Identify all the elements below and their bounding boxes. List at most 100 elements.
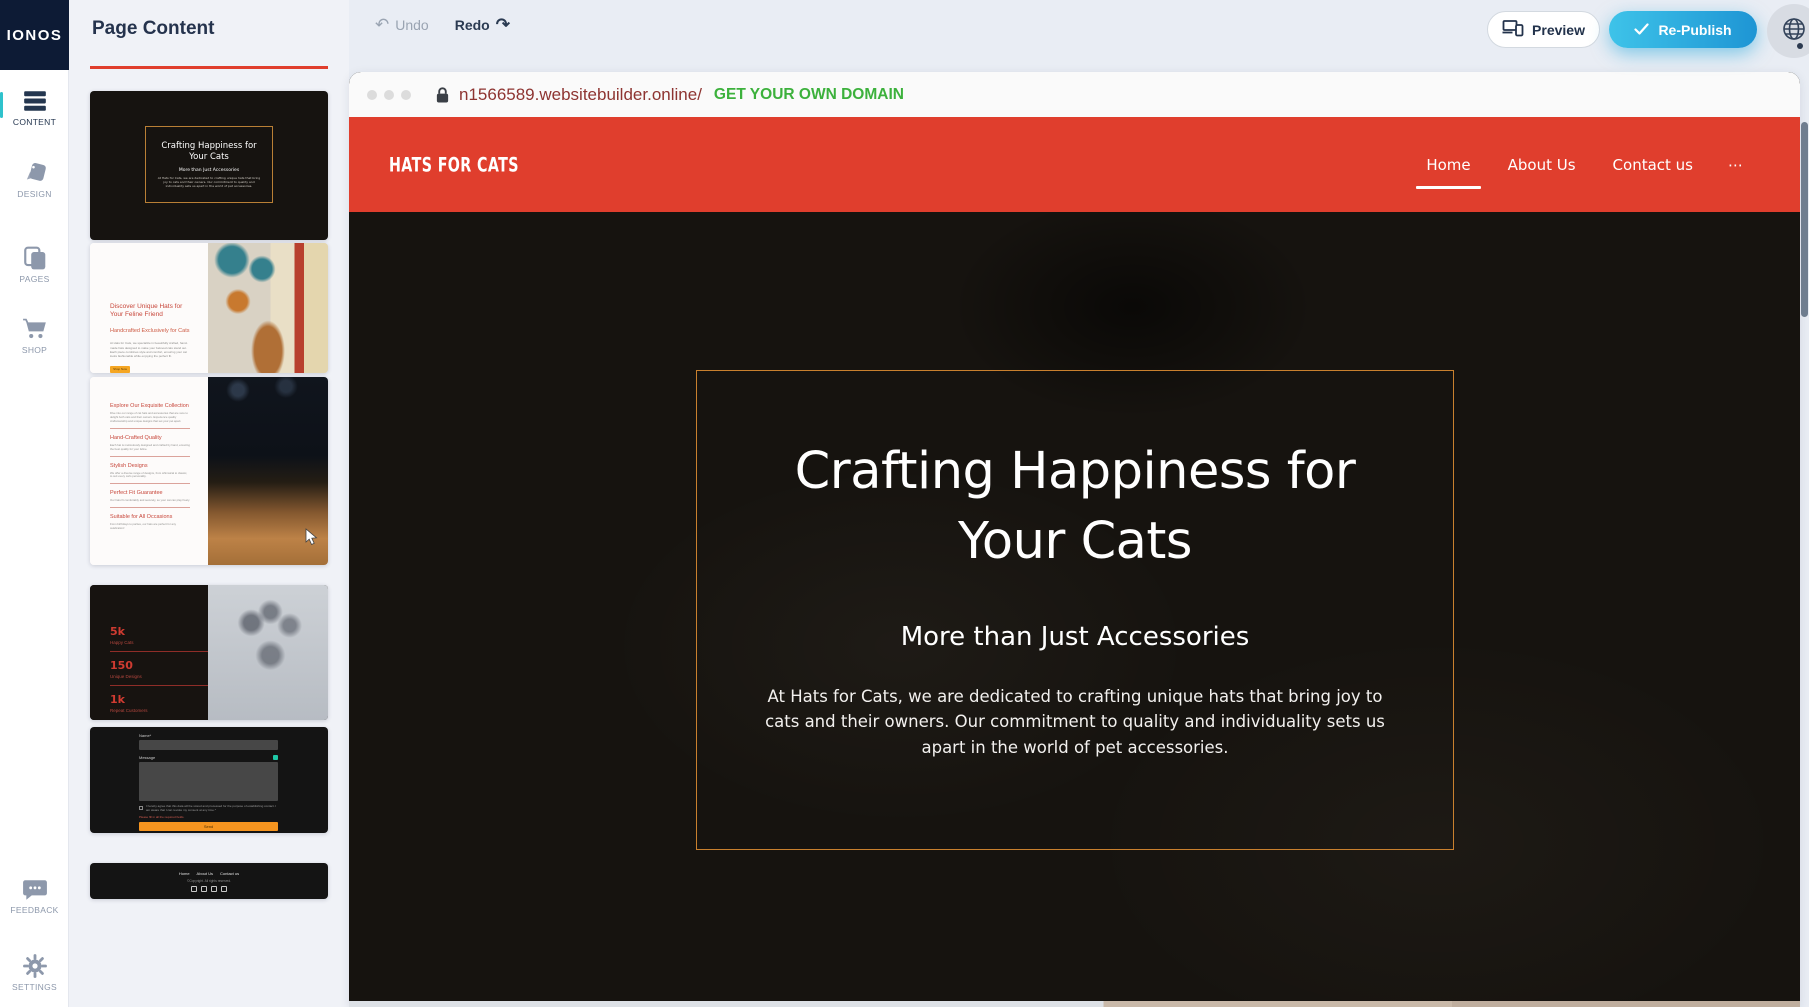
undo-label: Undo (395, 17, 428, 33)
thumbnail-paw-print-photo (208, 585, 328, 720)
site-preview-frame: n1566589.websitebuilder.online/ GET YOUR… (349, 72, 1800, 1007)
app-sidebar: IONOS CONTENT DESIGN PAGES (0, 0, 69, 1007)
form-name-input (139, 740, 278, 750)
form-hint-icon (273, 755, 278, 760)
footer-copyright: ©Copyright. All rights reserved. (187, 879, 231, 883)
hero-body-text: At Hats for Cats, we are dedicated to cr… (751, 684, 1399, 761)
form-consent-text: I hereby agree that this data will be st… (146, 805, 278, 813)
divider (110, 685, 208, 686)
section-thumbnail-footer[interactable]: Home About Us Contact us ©Copyright. All… (90, 863, 328, 899)
hero-heading: Crafting Happiness for Your Cats (697, 437, 1453, 578)
form-message-textarea (139, 762, 278, 801)
stat-label: Happy Cats (110, 640, 188, 645)
youtube-icon (211, 886, 217, 892)
nav-item-home[interactable]: Home (1424, 152, 1472, 178)
hero-section: Crafting Happiness for Your Cats More th… (349, 212, 1800, 1001)
sidebar-item-settings[interactable]: SETTINGS (0, 953, 69, 992)
form-name-label: Name* (139, 733, 278, 738)
sidebar-item-design[interactable]: DESIGN (0, 160, 69, 199)
thumbnail-collection-section: Perfect Fit Guarantee Our hats fit comfo… (110, 490, 190, 508)
ionos-logo[interactable]: IONOS (0, 0, 69, 70)
devices-icon (1502, 19, 1524, 40)
website-builder-app: ↶ Undo Redo ↷ Preview Re-Publish (0, 0, 1809, 1007)
content-icon (22, 88, 48, 114)
thumbnail-collection-section: Stylish Designs We offer a diverse range… (110, 463, 190, 485)
twitter-icon (221, 886, 227, 892)
stat-value: 150 (110, 659, 188, 672)
thumbnail-collection-section: Hand-Crafted Quality Each hat is meticul… (110, 435, 190, 457)
stat-label: Unique Designs (110, 674, 188, 679)
form-send-button: Send (139, 822, 278, 831)
nav-item-contact[interactable]: Contact us (1611, 152, 1695, 178)
lock-icon (435, 86, 450, 104)
preview-scrollbar-thumb[interactable] (1801, 122, 1808, 317)
sidebar-item-feedback[interactable]: FEEDBACK (0, 878, 69, 915)
design-icon (22, 160, 48, 186)
shop-cart-icon (22, 316, 48, 342)
preview-label: Preview (1532, 22, 1585, 38)
section-thumbnail-hero[interactable]: Crafting Happiness for Your Cats More th… (90, 91, 328, 240)
panel-title: Page Content (92, 18, 214, 40)
thumbnail-collection-section: Explore Our Exquisite Collection Dive in… (110, 403, 190, 429)
thumbnail-shop-now-button: Shop Now (110, 366, 130, 373)
check-icon (1634, 22, 1649, 38)
thumbnail-discover-body: At Hats for Cats, we specialize in beaut… (110, 341, 190, 358)
hero-subheading: More than Just Accessories (697, 622, 1453, 652)
next-section-edge (349, 1001, 1800, 1007)
sidebar-item-content[interactable]: CONTENT (0, 88, 69, 127)
preview-button[interactable]: Preview (1487, 11, 1600, 48)
section-thumbnail-contact-form[interactable]: Name* Message I hereby agree that this d… (90, 727, 328, 833)
site-url-link[interactable]: n1566589.websitebuilder.online/ (459, 85, 702, 105)
sidebar-item-shop[interactable]: SHOP (0, 316, 69, 355)
hero-editable-box[interactable]: Crafting Happiness for Your Cats More th… (696, 370, 1454, 850)
instagram-icon (201, 886, 207, 892)
undo-button[interactable]: ↶ Undo (375, 16, 429, 33)
panel-active-tab-underline (90, 66, 328, 69)
thumbnail-discover-subheading: Handcrafted Exclusively for Cats (110, 328, 190, 334)
form-required-note: Please fill in all the required fields. (139, 815, 278, 819)
thumbnail-hero-subheading: More than Just Accessories (179, 168, 239, 173)
page-content-panel: Page Content Crafting Happiness for Your… (69, 0, 349, 1007)
facebook-icon (191, 886, 197, 892)
stat-value: 1k (110, 693, 188, 706)
thumbnail-street-cat-photo (208, 243, 328, 373)
site-header: HATS FOR CATS Home About Us Contact us ⋯ (349, 117, 1800, 212)
footer-social-icons (191, 886, 227, 892)
thumbnail-discover-heading: Discover Unique Hats for Your Feline Fri… (110, 303, 190, 319)
notification-dot (1797, 43, 1803, 49)
republish-label: Re-Publish (1658, 22, 1731, 38)
thumbnail-hero-heading: Crafting Happiness for Your Cats (161, 141, 256, 164)
site-brand[interactable]: HATS FOR CATS (389, 153, 519, 176)
form-message-label: Message (139, 755, 155, 760)
browser-chrome-bar: n1566589.websitebuilder.online/ GET YOUR… (349, 72, 1800, 117)
redo-label: Redo (455, 17, 490, 33)
thumbnail-collection-section: Suitable for All Occasions From birthday… (110, 514, 190, 531)
thumbnail-hero-body: At Hats for Cats, we are dedicated to cr… (157, 176, 261, 189)
redo-icon: ↷ (496, 16, 510, 33)
language-globe-button[interactable] (1767, 4, 1809, 58)
stat-value: 5k (110, 625, 188, 638)
stat-label: Repeat Customers (110, 708, 188, 713)
settings-gear-icon (22, 953, 48, 979)
redo-button[interactable]: Redo ↷ (455, 16, 510, 33)
divider (110, 651, 208, 652)
republish-button[interactable]: Re-Publish (1609, 11, 1757, 48)
site-nav: Home About Us Contact us ⋯ (1424, 152, 1744, 178)
thumbnail-hero-box: Crafting Happiness for Your Cats More th… (145, 126, 273, 203)
section-thumbnail-stats[interactable]: 5k Happy Cats 150 Unique Designs 1k Repe… (90, 585, 328, 720)
section-thumbnail-discover[interactable]: Discover Unique Hats for Your Feline Fri… (90, 243, 328, 373)
undo-icon: ↶ (375, 16, 389, 33)
section-thumbnail-collection[interactable]: Explore Our Exquisite Collection Dive in… (90, 377, 328, 565)
thumbnail-cat-fur-photo (208, 377, 328, 565)
pages-icon (22, 245, 48, 271)
sidebar-item-pages[interactable]: PAGES (0, 245, 69, 284)
history-controls: ↶ Undo Redo ↷ (375, 16, 510, 33)
browser-window-dots (367, 90, 411, 100)
feedback-icon (22, 878, 48, 902)
get-domain-link[interactable]: GET YOUR OWN DOMAIN (714, 86, 904, 104)
footer-links: Home About Us Contact us (179, 871, 239, 876)
nav-overflow-menu[interactable]: ⋯ (1728, 156, 1744, 174)
nav-item-about[interactable]: About Us (1506, 152, 1578, 178)
globe-icon (1781, 16, 1807, 47)
form-consent-checkbox (139, 806, 143, 810)
